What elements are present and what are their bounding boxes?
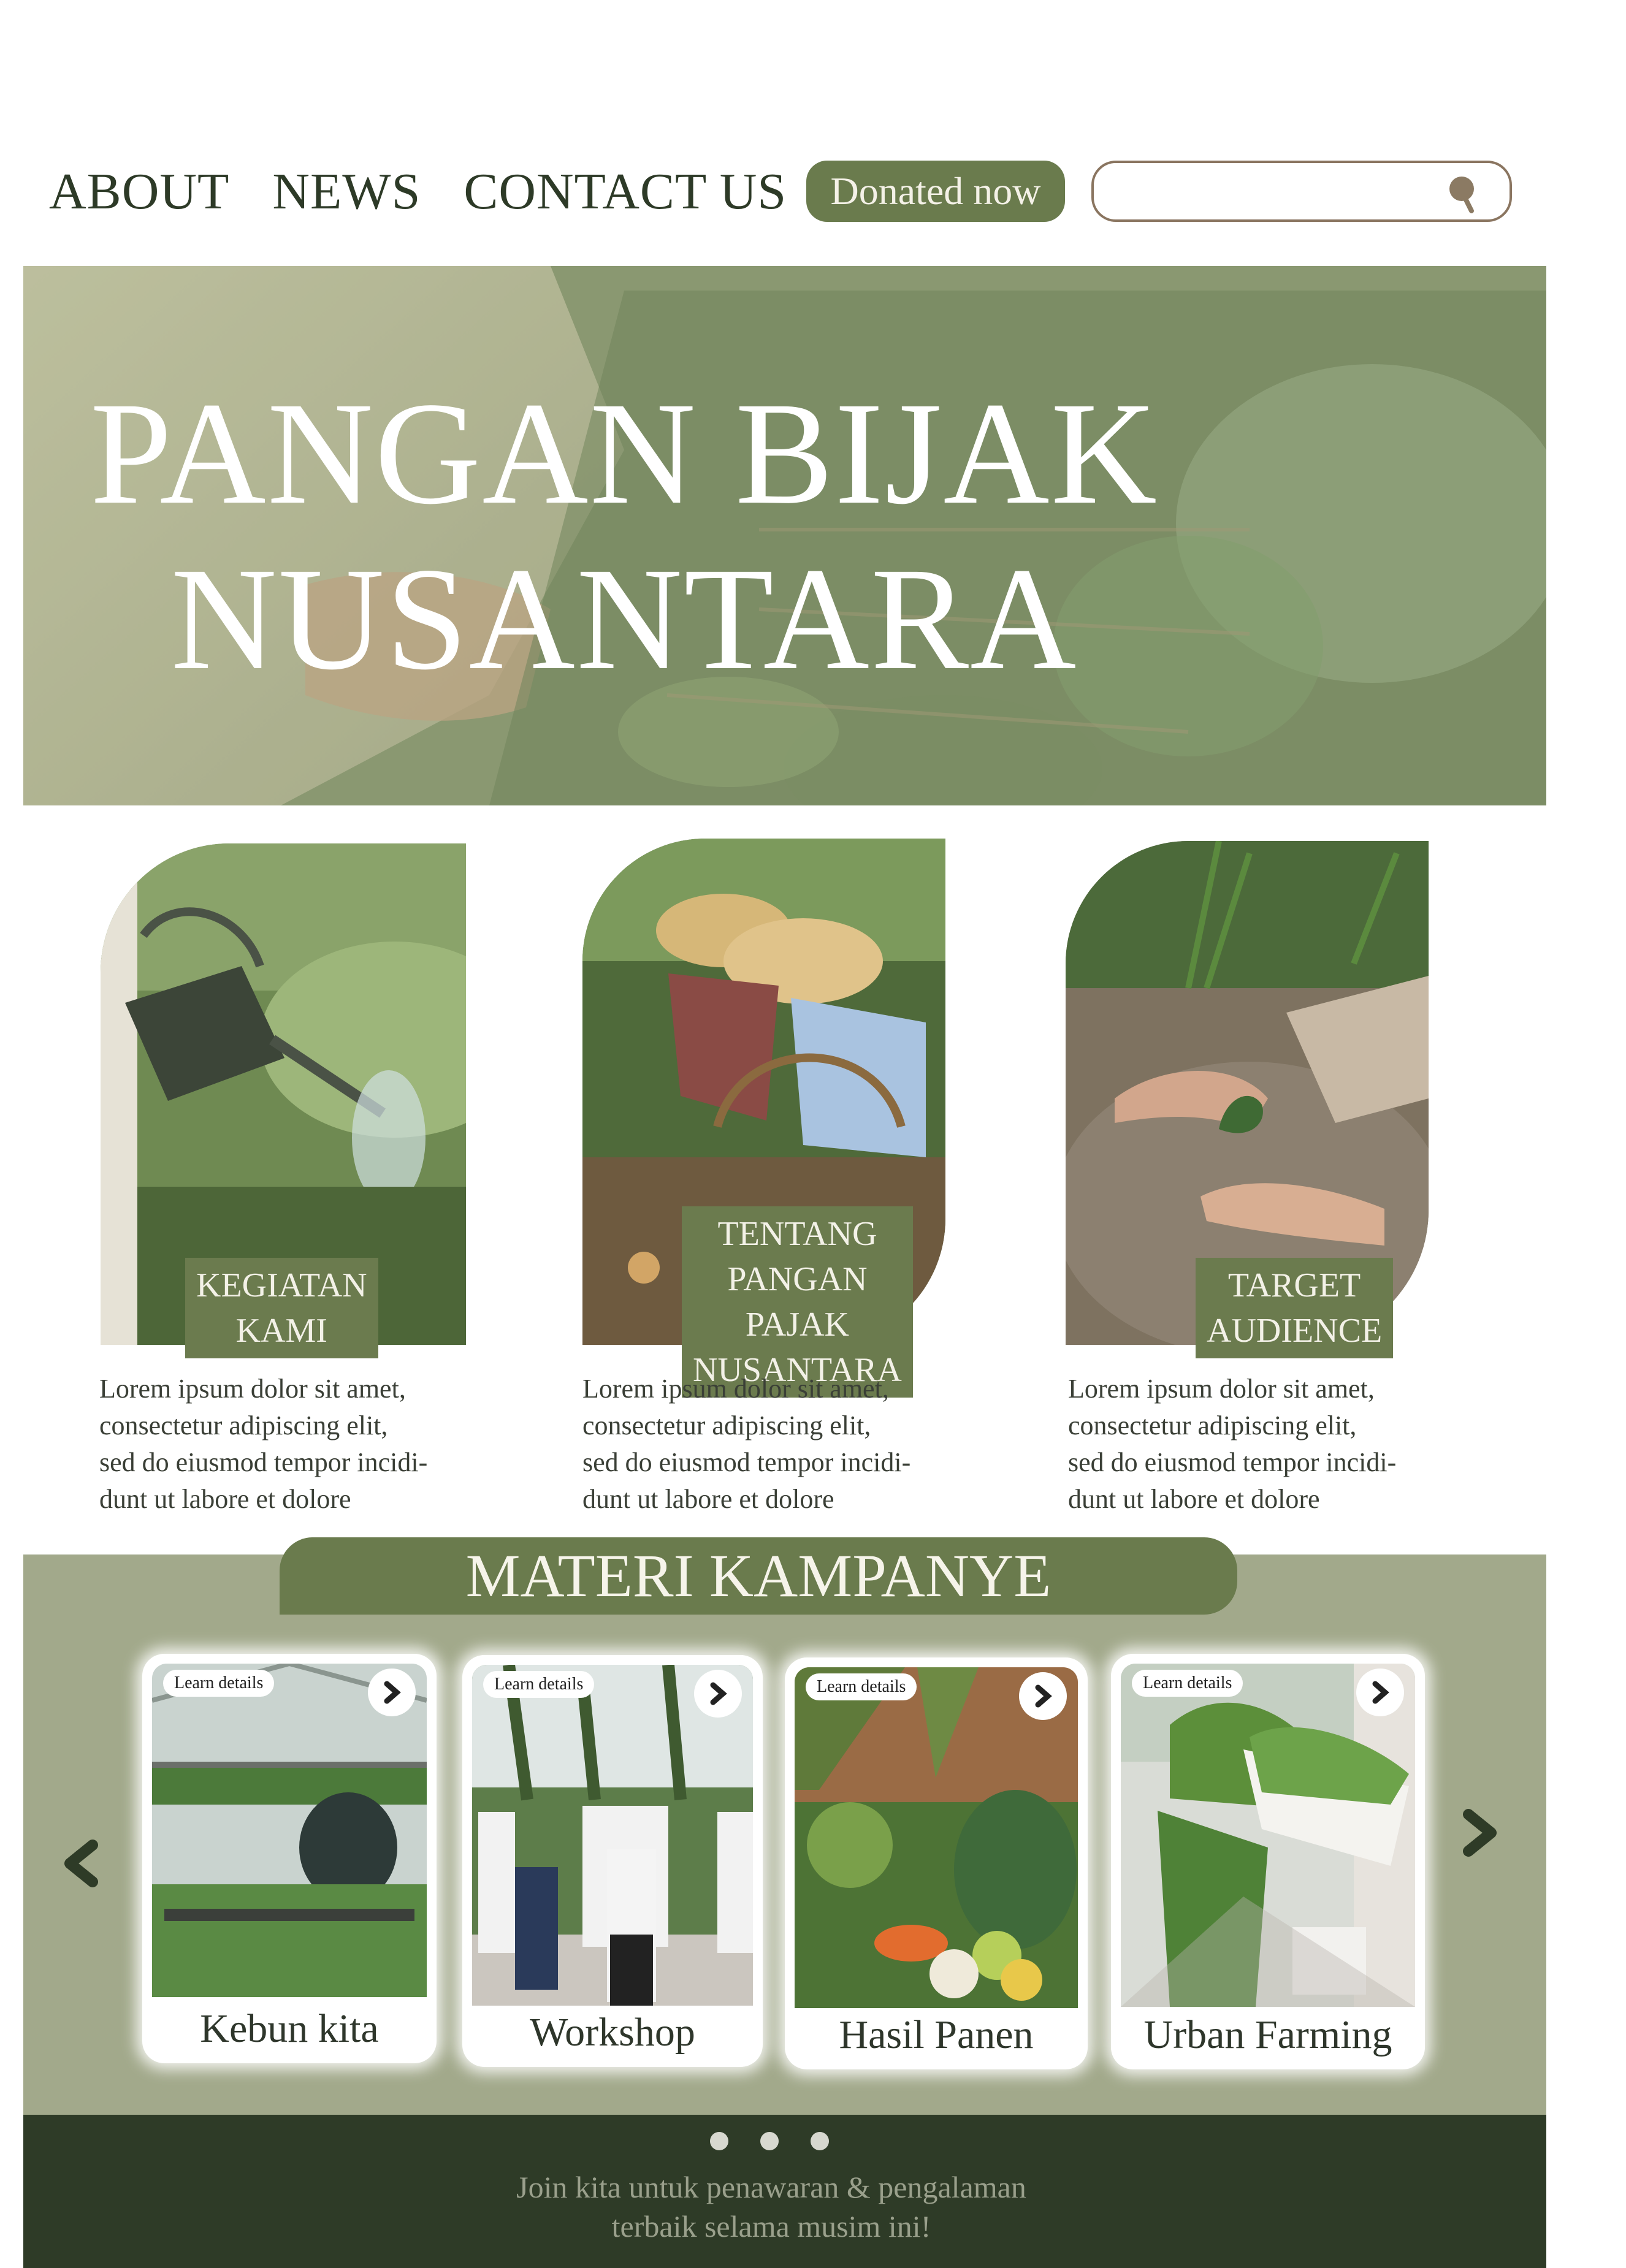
campaign-card-kebun-kita[interactable]: Learn details Kebun kita [142,1654,437,2063]
feature-tag[interactable]: TENTANG PANGAN PAJAK NUSANTARA [682,1206,913,1398]
campaign-card-hasil-panen[interactable]: Learn details Hasil Panen [785,1657,1088,2069]
campaign-card-label: Hasil Panen [839,2012,1034,2057]
desc-line: dunt ut labore et dolore [99,1484,351,1514]
arrow-right-icon[interactable] [694,1670,742,1718]
pagination-dot[interactable] [710,2132,728,2150]
nav-news[interactable]: NEWS [272,166,421,218]
footer-tagline-line-1: Join kita untuk penawaran & pengalaman [516,2170,1026,2204]
desc-line: Lorem ipsum dolor sit amet, [1068,1374,1375,1404]
campaign-title: MATERI KAMPANYE [280,1537,1237,1615]
feature-tag-line: KEGIATAN KAMI [196,1266,367,1350]
learn-details-pill[interactable]: Learn details [163,1670,275,1697]
hero-title-line-2: NUSANTARA [170,537,1078,700]
search-bar [1091,161,1512,222]
feature-tag-line: TARGET AUDIENCE [1207,1266,1383,1350]
hero-title: PANGAN BIJAK NUSANTARA [23,370,1225,701]
feature-description: Lorem ipsum dolor sit amet, consectetur … [582,1371,963,1518]
chevron-right-icon[interactable] [1459,1808,1502,1857]
chevron-left-icon[interactable] [59,1839,102,1888]
arrow-right-icon[interactable] [368,1669,416,1716]
campaign-card-label: Workshop [530,2010,695,2055]
feature-tag[interactable]: TARGET AUDIENCE [1196,1258,1394,1358]
search-icon[interactable] [1442,172,1485,215]
desc-line: sed do eiusmod tempor incidi- [99,1447,428,1477]
footer-tagline: Join kita untuk penawaran & pengalaman t… [368,2167,1175,2246]
hero-title-line-1: PANGAN BIJAK [90,371,1159,535]
nav-contact-us[interactable]: CONTACT US [464,166,787,218]
campaign-card-label: Urban Farming [1143,2012,1392,2057]
pagination-dot[interactable] [760,2132,779,2150]
campaign-card-label: Kebun kita [200,2006,379,2051]
arrow-right-icon[interactable] [1356,1669,1404,1716]
donate-button[interactable]: Donated now [806,161,1065,222]
campaign-card-urban-farming[interactable]: Learn details Urban Farming [1111,1654,1425,2069]
feature-tag-line: TENTANG PANGAN [717,1215,877,1298]
hero-banner: PANGAN BIJAK NUSANTARA [23,266,1546,805]
desc-line: consectetur adipiscing elit, [99,1410,388,1440]
feature-description: Lorem ipsum dolor sit amet, consectetur … [1068,1371,1448,1518]
learn-details-pill[interactable]: Learn details [1132,1670,1243,1697]
search-input[interactable] [1112,163,1446,219]
carousel-pagination [710,2132,829,2150]
desc-line: Lorem ipsum dolor sit amet, [582,1374,889,1404]
desc-line: sed do eiusmod tempor incidi- [1068,1447,1397,1477]
desc-line: Lorem ipsum dolor sit amet, [99,1374,406,1404]
learn-details-pill[interactable]: Learn details [483,1671,595,1698]
learn-details-pill[interactable]: Learn details [806,1673,917,1700]
campaign-card-workshop[interactable]: Learn details Workshop [462,1655,763,2067]
footer-tagline-line-2: terbaik selama musim ini! [611,2209,931,2243]
urban-farming-photo [1121,1664,1415,2007]
desc-line: sed do eiusmod tempor incidi- [582,1447,911,1477]
pagination-dot[interactable] [811,2132,829,2150]
feature-description: Lorem ipsum dolor sit amet, consectetur … [99,1371,479,1518]
arrow-right-icon[interactable] [1019,1672,1067,1720]
feature-tag[interactable]: KEGIATAN KAMI [185,1258,378,1358]
nav-about[interactable]: ABOUT [49,166,229,218]
desc-line: dunt ut labore et dolore [1068,1484,1320,1514]
desc-line: dunt ut labore et dolore [582,1484,834,1514]
desc-line: consectetur adipiscing elit, [1068,1410,1357,1440]
desc-line: consectetur adipiscing elit, [582,1410,871,1440]
main-nav: ABOUT NEWS CONTACT US [49,158,830,226]
